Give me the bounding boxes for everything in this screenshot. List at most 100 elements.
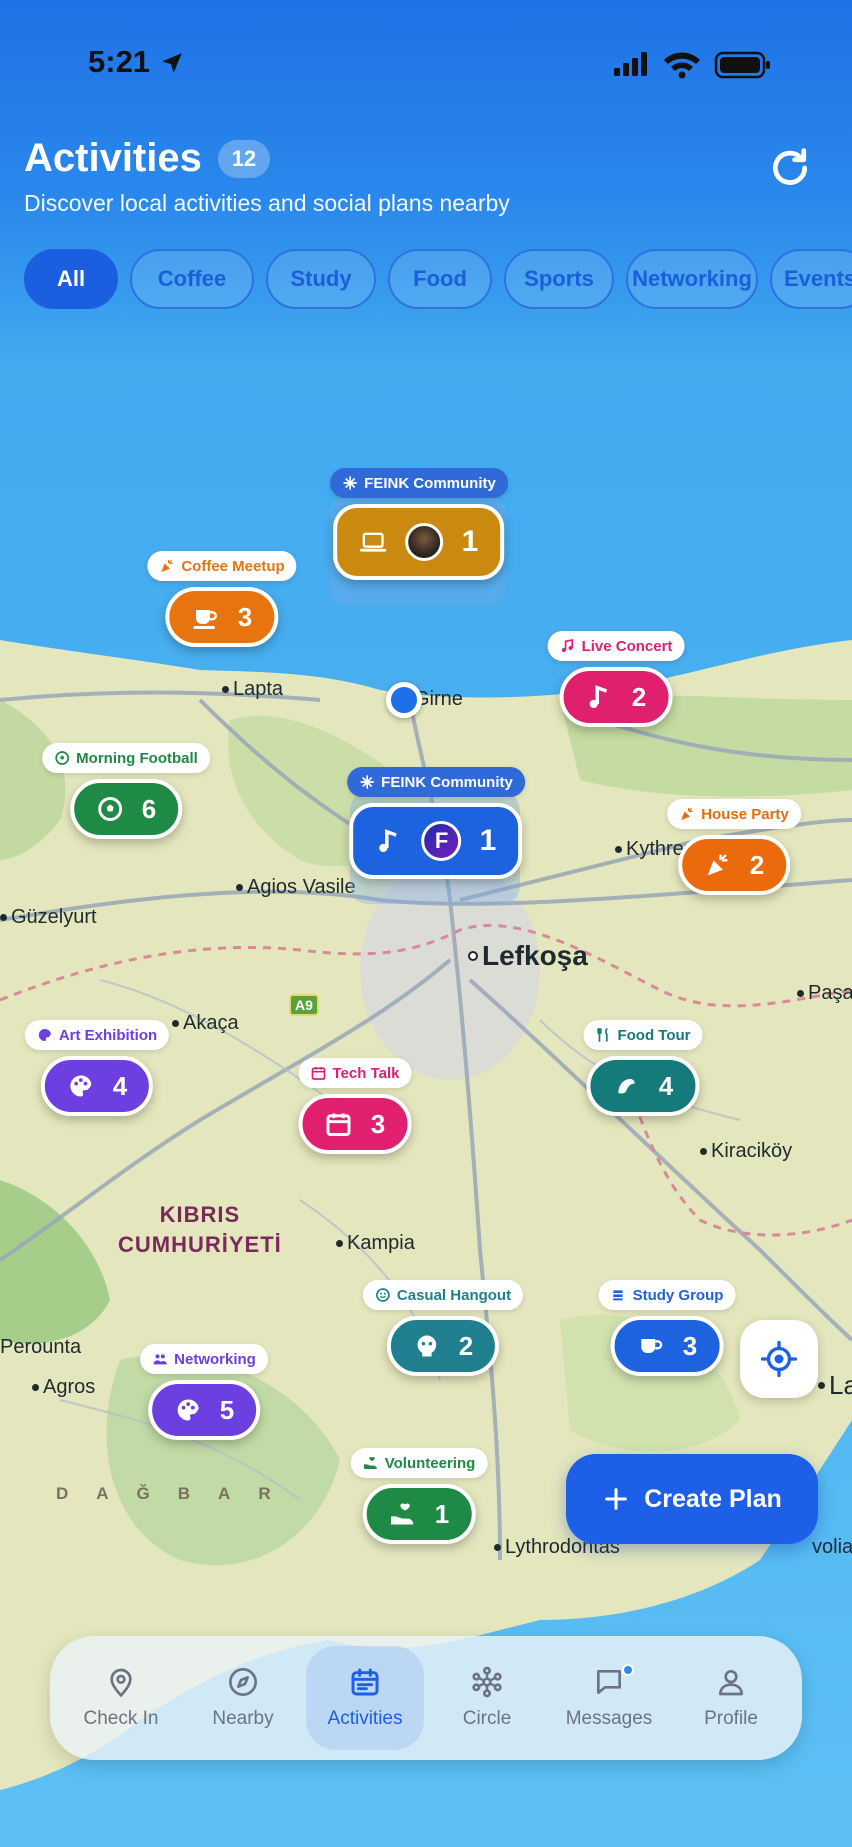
marker-tag: Art Exhibition <box>24 1020 170 1050</box>
place-label: volia <box>812 1536 852 1558</box>
filter-chip-networking[interactable]: Networking <box>626 249 758 309</box>
activity-marker-feink-music[interactable]: FEINK Community F 1 <box>347 767 525 879</box>
marker-pill[interactable]: 2 <box>559 667 673 727</box>
tab-check-in[interactable]: Check In <box>62 1646 180 1750</box>
activity-marker-coffee-meetup[interactable]: Coffee Meetup 3 <box>147 551 297 647</box>
hand-heart-icon <box>364 1456 377 1469</box>
tab-label: Check In <box>83 1708 159 1729</box>
marker-pill[interactable]: 3 <box>610 1316 724 1376</box>
tab-nearby[interactable]: Nearby <box>184 1646 302 1750</box>
smile-icon <box>376 1288 390 1302</box>
road-badge: A9 <box>289 994 319 1016</box>
activity-marker-tech-talk[interactable]: Tech Talk 3 <box>298 1058 412 1154</box>
mountain-range-label: DAĞBAR <box>56 1484 299 1503</box>
filter-chip-all[interactable]: All <box>24 249 118 309</box>
activity-marker-art-exhibition[interactable]: Art Exhibition 4 <box>24 1020 170 1116</box>
music-note-icon <box>589 685 608 709</box>
marker-pill[interactable]: 6 <box>69 779 183 839</box>
compass-icon <box>229 1668 257 1696</box>
user-location-dot <box>386 682 422 718</box>
food-icon <box>618 1079 635 1094</box>
activity-marker-house-party[interactable]: House Party 2 <box>667 799 801 895</box>
status-indicators-icon <box>614 51 770 79</box>
tab-label: Activities <box>327 1708 403 1729</box>
marker-pill[interactable]: 3 <box>298 1094 412 1154</box>
marker-pill[interactable]: 1 <box>362 1484 476 1544</box>
utensils-icon <box>597 1028 608 1042</box>
page-subtitle: Discover local activities and social pla… <box>24 190 510 216</box>
tab-label: Messages <box>565 1708 653 1729</box>
marker-tag: Morning Football <box>42 743 210 773</box>
locate-me-button[interactable] <box>740 1320 818 1398</box>
marker-tag: Live Concert <box>547 631 685 661</box>
filter-chip-food[interactable]: Food <box>388 249 492 309</box>
marker-pill[interactable]: 4 <box>586 1056 700 1116</box>
activity-marker-food-tour[interactable]: Food Tour 4 <box>583 1020 703 1116</box>
marker-tag: Casual Hangout <box>362 1280 524 1310</box>
refresh-icon[interactable] <box>768 146 812 190</box>
filter-chip-study[interactable]: Study <box>266 249 376 309</box>
coffee-cup-icon <box>193 610 218 629</box>
marker-pill[interactable]: 3 <box>165 587 279 647</box>
tab-circle[interactable]: Circle <box>428 1646 546 1750</box>
filter-chip-events[interactable]: Events <box>770 249 852 309</box>
chat-icon <box>597 1670 621 1694</box>
activity-marker-morning-football[interactable]: Morning Football 6 <box>42 743 210 839</box>
activity-marker-volunteering[interactable]: Volunteering 1 <box>350 1448 488 1544</box>
crosshair-icon <box>761 1341 797 1377</box>
page-title: Activities <box>24 136 202 180</box>
location-arrow-icon <box>162 53 182 73</box>
soccer-ball-icon <box>55 751 70 765</box>
party-popper-icon <box>681 808 693 820</box>
marker-pill[interactable]: 1 <box>333 504 505 580</box>
marker-tag: Tech Talk <box>298 1058 412 1088</box>
marker-pill[interactable]: 4 <box>40 1056 154 1116</box>
tab-bar: Check In Nearby Activities Circle Messag… <box>50 1636 802 1760</box>
person-icon <box>719 1670 743 1696</box>
palette-icon <box>70 1075 92 1097</box>
tab-messages[interactable]: Messages <box>550 1646 668 1750</box>
marker-pill[interactable]: 5 <box>147 1380 261 1440</box>
activity-marker-casual-hangout[interactable]: Casual Hangout 2 <box>362 1280 524 1376</box>
music-note-icon <box>561 638 574 652</box>
tab-activities[interactable]: Activities <box>306 1646 424 1750</box>
place-label: Güzelyurt <box>0 906 97 929</box>
party-popper-icon <box>707 854 728 876</box>
activity-marker-study-group[interactable]: Study Group 3 <box>598 1280 736 1376</box>
palette-icon <box>177 1399 199 1421</box>
calendar-icon <box>351 1668 379 1696</box>
filter-chips: All Coffee Study Food Sports Networking … <box>24 249 852 309</box>
place-label: Akaça <box>172 1012 239 1035</box>
marker-pill[interactable]: F 1 <box>349 803 523 879</box>
tab-profile[interactable]: Profile <box>672 1646 790 1750</box>
marker-tag: Volunteering <box>350 1448 488 1478</box>
avatar <box>405 523 444 561</box>
people-icon <box>153 1354 167 1365</box>
unread-indicator <box>622 1664 634 1676</box>
activity-marker-feink-laptop[interactable]: FEINK Community 1 <box>330 468 508 580</box>
place-label: Kampia <box>336 1232 415 1255</box>
palette-icon <box>38 1028 51 1041</box>
filter-chip-sports[interactable]: Sports <box>504 249 614 309</box>
place-label: Agros <box>32 1376 95 1399</box>
marker-tag: Networking <box>140 1344 268 1374</box>
place-label: La <box>818 1370 852 1401</box>
network-icon <box>472 1666 502 1698</box>
place-label: Lapta <box>222 678 283 701</box>
marker-tag: Food Tour <box>583 1020 703 1050</box>
hand-heart-icon <box>391 1503 414 1525</box>
activity-marker-networking[interactable]: Networking 5 <box>140 1344 268 1440</box>
map-pin-icon <box>110 1668 132 1698</box>
place-label: Paşa <box>797 982 852 1005</box>
marker-pill[interactable]: 2 <box>386 1316 500 1376</box>
calendar-icon <box>326 1113 351 1136</box>
filter-chip-coffee[interactable]: Coffee <box>130 249 254 309</box>
activity-marker-live-concert[interactable]: Live Concert 2 <box>547 631 685 727</box>
coffee-cup-icon <box>641 1339 663 1353</box>
status-time: 5:21 <box>88 44 151 79</box>
soccer-ball-icon <box>97 797 122 821</box>
calendar-icon <box>311 1067 326 1080</box>
marker-pill[interactable]: 2 <box>677 835 791 895</box>
create-plan-button[interactable]: Create Plan <box>566 1454 818 1544</box>
party-popper-icon <box>161 560 173 572</box>
